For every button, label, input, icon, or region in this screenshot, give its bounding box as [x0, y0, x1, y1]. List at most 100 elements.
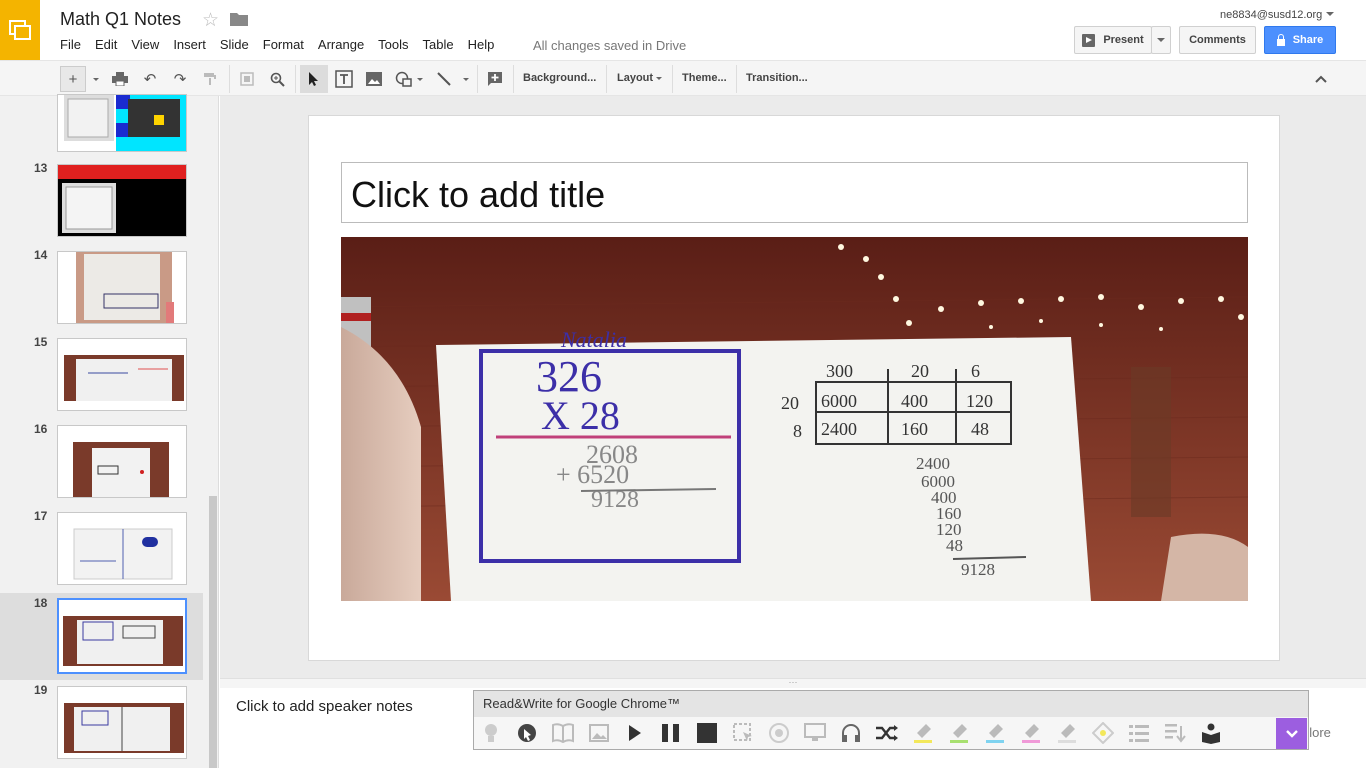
chevron-down-icon — [1157, 38, 1165, 42]
present-options-button[interactable] — [1151, 26, 1171, 54]
menu-slide[interactable]: Slide — [213, 37, 256, 55]
slide-number: 17 — [34, 509, 48, 523]
picture-dictionary-icon[interactable] — [586, 720, 612, 746]
transition-button[interactable]: Transition... — [746, 72, 808, 84]
menu-file[interactable]: File — [53, 37, 88, 55]
menu-view[interactable]: View — [124, 37, 166, 55]
new-slide-layout-caret-icon[interactable] — [88, 67, 100, 91]
doc-title[interactable]: Math Q1 Notes — [60, 9, 181, 30]
image-icon[interactable] — [362, 67, 386, 91]
notes-resize-handle[interactable]: ··· — [220, 678, 1366, 688]
slide-thumbnail-13[interactable] — [57, 164, 187, 237]
toolbar-divider — [477, 65, 478, 93]
simplify-icon[interactable] — [874, 720, 900, 746]
zoom-icon[interactable] — [265, 67, 289, 91]
slides-logo-icon — [9, 20, 31, 40]
line-caret-icon[interactable] — [458, 67, 470, 91]
menu-format[interactable]: Format — [256, 37, 311, 55]
dictionary-icon[interactable] — [550, 720, 576, 746]
sum-line: 48 — [946, 536, 963, 555]
menu-arrange[interactable]: Arrange — [311, 37, 371, 55]
menu-tools[interactable]: Tools — [371, 37, 415, 55]
share-label: Share — [1292, 34, 1324, 46]
share-button[interactable]: Share — [1264, 26, 1336, 54]
talk-and-type-icon[interactable] — [514, 720, 540, 746]
account-email[interactable]: ne8834@susd12.org — [1220, 9, 1322, 21]
theme-button[interactable]: Theme... — [682, 72, 727, 84]
web-search-icon[interactable] — [802, 720, 828, 746]
text-box-icon[interactable] — [332, 67, 356, 91]
slide-thumbnail-19[interactable] — [57, 686, 187, 759]
save-status[interactable]: All changes saved in Drive — [533, 38, 686, 53]
toolbar-divider — [513, 65, 514, 93]
play-icon[interactable] — [622, 720, 648, 746]
layout-label: Layout — [617, 72, 654, 84]
voice-note-icon[interactable] — [1162, 720, 1188, 746]
redo-icon[interactable]: ↷ — [168, 67, 192, 91]
area-cell: 2400 — [821, 419, 857, 439]
prediction-icon[interactable] — [478, 720, 504, 746]
whiteboard-photo[interactable]: Natalia 326 X 28 2608 + 6520 9128 300 20… — [341, 237, 1248, 601]
menu-help[interactable]: Help — [461, 37, 502, 55]
menu-edit[interactable]: Edit — [88, 37, 124, 55]
line-icon[interactable] — [432, 67, 456, 91]
select-cursor-icon[interactable] — [300, 65, 328, 93]
background-button[interactable]: Background... — [523, 72, 596, 84]
print-icon[interactable] — [108, 67, 132, 91]
highlight-blue-icon[interactable] — [982, 720, 1008, 746]
zoom-fit-icon[interactable] — [235, 67, 259, 91]
present-play-icon — [1082, 33, 1096, 47]
slide-thumbnail-15[interactable] — [57, 338, 187, 411]
slide-number: 16 — [34, 422, 48, 436]
slide-thumbnail-14[interactable] — [57, 251, 187, 324]
highlight-yellow-icon[interactable] — [910, 720, 936, 746]
toolbar-divider — [229, 65, 230, 93]
audio-maker-icon[interactable] — [766, 720, 792, 746]
highlight-pink-icon[interactable] — [1018, 720, 1044, 746]
menu-insert[interactable]: Insert — [166, 37, 213, 55]
area-cell: 160 — [901, 419, 928, 439]
slide-thumbnail-17[interactable] — [57, 512, 187, 585]
toolbar-divider — [295, 65, 296, 93]
present-button[interactable]: Present — [1074, 26, 1152, 54]
sum-total: 9128 — [961, 560, 995, 579]
comments-button[interactable]: Comments — [1179, 26, 1256, 54]
collapse-toolbar-icon[interactable] — [1309, 67, 1333, 91]
speech-input-icon[interactable] — [838, 720, 864, 746]
lock-icon — [1276, 33, 1285, 46]
undo-icon[interactable]: ↶ — [138, 67, 162, 91]
area-row-2-label: 8 — [793, 421, 802, 441]
shape-caret-icon[interactable] — [412, 67, 424, 91]
star-icon[interactable]: ☆ — [202, 9, 219, 32]
toolbar-divider — [736, 65, 737, 93]
slide-thumbnail-12[interactable] — [57, 94, 187, 152]
filmstrip-scrollbar[interactable] — [209, 496, 217, 768]
collect-highlights-icon[interactable] — [1090, 720, 1116, 746]
layout-caret-icon — [656, 76, 663, 80]
account-caret-icon[interactable] — [1326, 12, 1334, 16]
screenshot-reader-icon[interactable] — [730, 720, 756, 746]
area-row-1-label: 20 — [781, 393, 799, 413]
vocabulary-list-icon[interactable] — [1126, 720, 1152, 746]
layout-button[interactable]: Layout — [617, 72, 663, 84]
new-slide-icon[interactable]: + — [60, 66, 86, 92]
slide-thumbnail-16[interactable] — [57, 425, 187, 498]
menu-table[interactable]: Table — [416, 37, 461, 55]
speaker-notes-placeholder[interactable]: Click to add speaker notes — [236, 698, 413, 715]
area-col-3: 6 — [971, 361, 980, 381]
slides-home-logo[interactable] — [0, 0, 40, 60]
pause-icon[interactable] — [658, 720, 684, 746]
add-comment-icon[interactable] — [483, 67, 507, 91]
stop-icon[interactable] — [694, 720, 720, 746]
folder-icon[interactable] — [230, 12, 248, 31]
paint-format-icon[interactable] — [198, 67, 222, 91]
area-col-2: 20 — [911, 361, 929, 381]
readwrite-collapse-button[interactable] — [1276, 718, 1307, 749]
area-cell: 48 — [971, 419, 989, 439]
sum-line: 2400 — [916, 454, 950, 473]
highlight-green-icon[interactable] — [946, 720, 972, 746]
practice-reading-icon[interactable] — [1198, 720, 1224, 746]
clear-highlights-icon[interactable] — [1054, 720, 1080, 746]
slide-thumbnail-18[interactable] — [57, 598, 187, 674]
problem-multiplier: X 28 — [541, 393, 620, 438]
